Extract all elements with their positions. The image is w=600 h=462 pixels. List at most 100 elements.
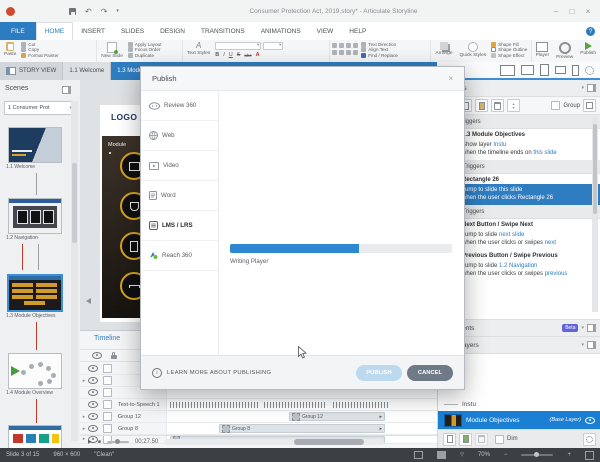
layers-caret-icon[interactable]: ▾ <box>581 342 584 348</box>
tablet-landscape-icon[interactable] <box>521 65 534 75</box>
timeline-hscrollbar[interactable] <box>164 439 385 445</box>
number-list-icon[interactable] <box>339 43 345 48</box>
format-painter-button[interactable]: Format Painter <box>21 52 59 58</box>
shape-fill-button[interactable]: Shape Fill <box>491 41 527 47</box>
strikethrough-button[interactable]: S <box>237 52 241 58</box>
help-icon[interactable]: ? <box>586 26 595 36</box>
trigger-link[interactable]: previous <box>545 271 568 277</box>
story-view-tab[interactable]: STORY VIEW <box>0 62 64 80</box>
audio-speaker-icon[interactable] <box>86 298 91 304</box>
timeline-row-text-to-speech[interactable]: Text-to-Speech 1 <box>80 399 437 411</box>
dim-checkbox[interactable] <box>495 434 504 444</box>
play-button[interactable]: ▶ <box>88 439 92 445</box>
zoom-out-button[interactable]: − <box>504 452 508 458</box>
timeline-zoom-slider[interactable] <box>106 439 129 444</box>
slide-label-1-2[interactable]: 1.2 Navigation <box>6 235 76 241</box>
slide-logo-text[interactable]: LOGO <box>111 112 137 122</box>
slide-tab-welcome[interactable]: 1.1 Welcome <box>63 62 112 80</box>
timeline-track[interactable]: Group 8 ▸ <box>166 423 437 434</box>
bold-button[interactable]: B <box>215 52 219 58</box>
tab-slides[interactable]: SLIDES <box>113 22 152 40</box>
group-checkbox[interactable] <box>551 101 561 110</box>
timeline-tab[interactable]: Timeline <box>94 335 120 342</box>
slide-label-1-3[interactable]: 1.3 Module Objectives <box>6 313 76 319</box>
trigger-link[interactable]: next slide <box>499 232 524 238</box>
zoom-in-button[interactable]: + <box>567 452 571 458</box>
duplicate-button[interactable]: Duplicate <box>127 52 162 58</box>
justify-icon[interactable] <box>353 50 359 55</box>
layer-eye-icon[interactable] <box>585 416 595 424</box>
tab-file[interactable]: FILE <box>0 22 36 40</box>
publish-ribbon-button[interactable]: Publish <box>578 41 598 63</box>
zoom-slider[interactable] <box>521 452 554 457</box>
learn-more-link[interactable]: LEARN MORE ABOUT PUBLISHING <box>167 370 271 376</box>
layer-eye-placeholder[interactable] <box>444 404 458 405</box>
lock-column-icon[interactable] <box>111 352 117 359</box>
slide-thumbnail-1-1[interactable] <box>8 127 62 163</box>
maximize-button[interactable]: □ <box>564 7 580 16</box>
clear-formatting-button[interactable]: abc <box>244 53 251 58</box>
font-color-button[interactable]: A <box>256 52 260 58</box>
close-button[interactable]: × <box>580 7 596 16</box>
indent-icon[interactable] <box>346 43 352 48</box>
tab-view[interactable]: VIEW <box>309 22 342 40</box>
focus-order-button[interactable]: Focus Order <box>127 47 162 53</box>
bar-expand-icon[interactable]: ▸ <box>379 414 382 420</box>
italic-button[interactable]: I <box>223 52 225 58</box>
shape-effect-button[interactable]: Shape Effect <box>491 52 527 58</box>
timeline-row-group-8[interactable]: ▸ Group 8 Group 8 ▸ <box>80 423 437 435</box>
apply-layout-button[interactable]: Apply Layout <box>127 41 161 47</box>
slide-thumbnail-1-4[interactable] <box>8 353 62 389</box>
save-icon[interactable] <box>69 7 76 15</box>
slide-module-text[interactable]: Module <box>108 142 126 148</box>
publish-tab-review-360[interactable]: Review 360 <box>141 91 218 121</box>
redo-icon[interactable]: ↷ <box>101 7 108 16</box>
trigger-link[interactable]: 1.2 Navigation <box>499 263 537 269</box>
copy-button[interactable]: Copy <box>21 47 58 53</box>
trigger-order-stepper[interactable]: ▴ ▾ <box>507 99 520 112</box>
paste-button[interactable]: Paste <box>2 41 18 63</box>
slide-thumbnail-1-2[interactable] <box>8 198 62 234</box>
font-name-select[interactable] <box>215 42 262 50</box>
stop-button[interactable]: ■ <box>98 439 101 445</box>
bullet-list-icon[interactable] <box>332 43 338 48</box>
publish-tab-word[interactable]: Word <box>141 181 218 211</box>
minimize-button[interactable]: – <box>548 7 564 16</box>
cancel-button[interactable]: CANCEL <box>407 364 453 381</box>
font-size-select[interactable] <box>263 42 284 50</box>
align-center-icon[interactable] <box>339 50 345 55</box>
timeline-track[interactable] <box>166 399 437 410</box>
trigger-link[interactable]: this slide <box>533 150 556 156</box>
publish-tab-web[interactable]: Web <box>141 121 218 151</box>
delete-layer-button[interactable] <box>475 432 488 446</box>
layer-row-instu[interactable]: Instu <box>438 398 600 411</box>
layers-dock-icon[interactable] <box>587 341 596 349</box>
outdent-icon[interactable] <box>353 43 359 48</box>
timeline-object-bar[interactable]: Group 12 ▸ <box>289 412 385 421</box>
player-settings-gear-icon[interactable] <box>585 65 594 75</box>
desktop-preview-icon[interactable] <box>500 64 515 76</box>
phone-landscape-icon[interactable] <box>555 66 566 74</box>
triggers-caret-icon[interactable]: ▾ <box>581 85 584 91</box>
player-button[interactable]: Player <box>534 41 552 63</box>
underline-button[interactable]: U <box>229 52 233 58</box>
undo-icon[interactable]: ↶ <box>85 7 92 16</box>
cut-button[interactable]: Cut <box>21 41 58 47</box>
tablet-portrait-icon[interactable] <box>540 64 549 76</box>
tab-insert[interactable]: INSERT <box>73 22 113 40</box>
tab-help[interactable]: HELP <box>341 22 374 40</box>
trigger-panel-options-button[interactable] <box>583 99 596 112</box>
triggers-dock-icon[interactable] <box>587 84 596 92</box>
publish-confirm-button[interactable]: PUBLISH <box>356 364 402 381</box>
align-left-icon[interactable] <box>332 50 338 55</box>
scene-selector[interactable]: 1 Consumer Prot ▾ <box>4 101 76 115</box>
trigger-link[interactable]: Instu <box>493 142 506 148</box>
align-text-button[interactable]: Align Text <box>361 47 398 53</box>
preview-button[interactable]: Preview <box>554 41 575 63</box>
find-replace-button[interactable]: Find / Replace <box>361 52 398 58</box>
layer-properties-button[interactable] <box>583 432 596 446</box>
publish-dialog-header[interactable]: Publish × <box>141 67 464 91</box>
publish-tab-lms-lrs[interactable]: LMS / LRS <box>141 211 218 241</box>
phone-portrait-icon[interactable] <box>572 64 579 76</box>
comments-dock-icon[interactable] <box>587 324 596 332</box>
